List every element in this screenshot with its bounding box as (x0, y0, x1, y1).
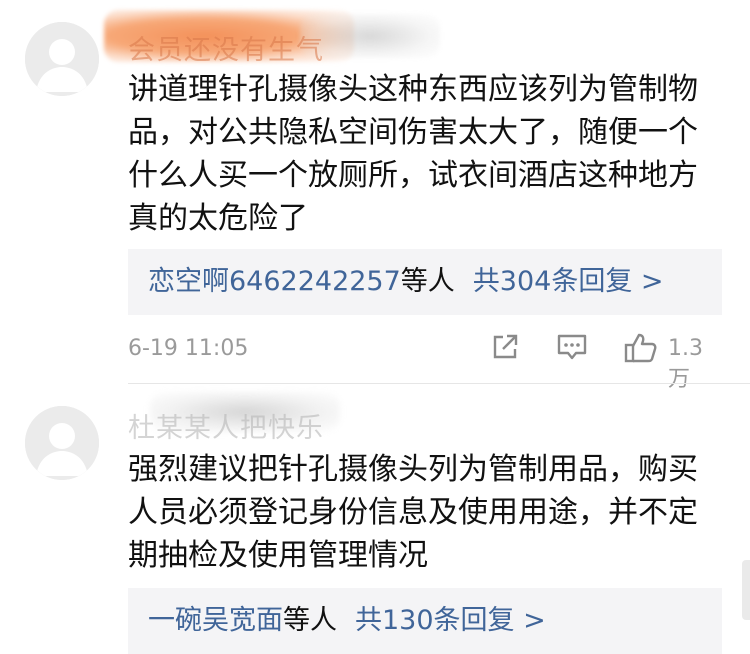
default-avatar-icon (25, 22, 99, 96)
reply-count-link[interactable]: 共130条回复 > (355, 605, 546, 636)
username[interactable]: 会员还没有生气 (128, 28, 324, 67)
avatar[interactable] (25, 22, 99, 96)
comment-meta: 6-19 11:05 1.3万 (128, 330, 722, 392)
comment-icon[interactable] (556, 332, 588, 366)
reply-user-link[interactable]: 一碗吴宽面 (148, 605, 283, 636)
comment-item: 会员还没有生气 讲道理针孔摄像头这种东西应该列为管制物品，对公共隐私空间伤害太大… (0, 0, 750, 392)
thumbs-up-icon[interactable] (624, 332, 658, 368)
timestamp: 6-19 11:05 (128, 336, 249, 361)
default-avatar-icon (25, 406, 99, 480)
reply-suffix: 等人 (283, 605, 337, 636)
share-icon[interactable] (490, 332, 520, 366)
avatar[interactable] (25, 406, 99, 480)
reply-suffix: 等人 (400, 266, 455, 297)
replies-preview[interactable]: 恋空啊6462242257等人 共304条回复 > (128, 249, 722, 315)
comment-text: 强烈建议把针孔摄像头列为管制用品，购买人员必须登记身份信息及使用用途，并不定期抽… (128, 452, 698, 573)
reply-user-link[interactable]: 恋空啊6462242257 (148, 266, 401, 297)
scrollbar[interactable] (742, 560, 750, 620)
replies-preview[interactable]: 一碗吴宽面等人 共130条回复 > (128, 588, 722, 654)
comment-text: 讲道理针孔摄像头这种东西应该列为管制物品，对公共隐私空间伤害太大了，随便一个什么… (128, 72, 698, 236)
reply-count-link[interactable]: 共304条回复 > (473, 266, 664, 297)
username[interactable]: 杜某某人把快乐 (128, 406, 324, 445)
comment-item: 杜某某人把快乐 强烈建议把针孔摄像头列为管制用品，购买人员必须登记身份信息及使用… (0, 384, 750, 654)
